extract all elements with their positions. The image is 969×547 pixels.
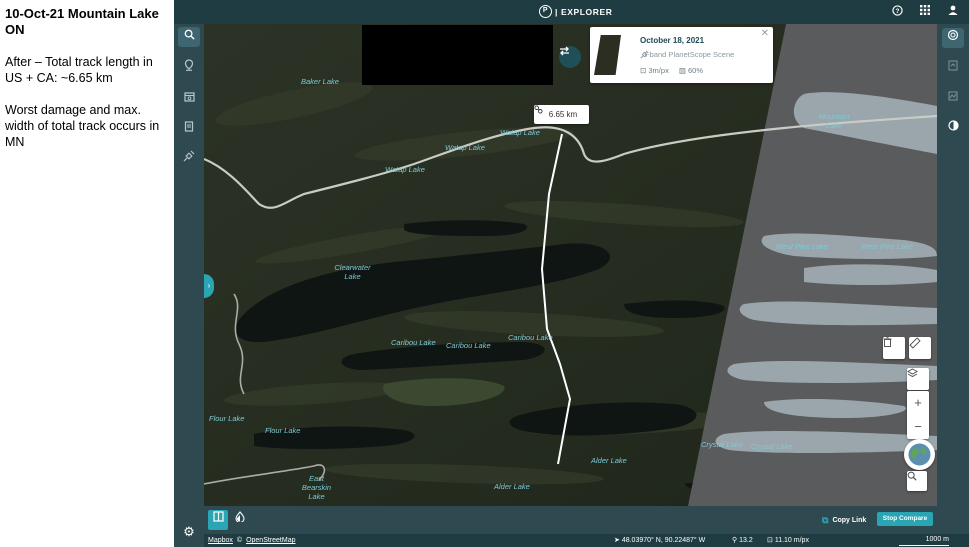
document-icon[interactable] [178,119,200,139]
export-icon[interactable] [942,58,964,78]
lake-label: Watap Lake [445,143,485,152]
scene-thumbnail [594,35,621,75]
copyright-icon: © [236,537,243,544]
osm-link[interactable]: OpenStreetMap [246,534,295,547]
map-attribution: Mapbox © OpenStreetMap [208,534,296,547]
map-resolution: ⊡ 11.10 m/px [767,537,809,544]
lake-label: Watap Lake [500,128,540,137]
layers-icon[interactable] [907,368,929,390]
scene-compare-icon[interactable] [942,28,964,48]
scene-type: 3-band PlanetScope Scene [640,50,734,59]
top-icons: ? [891,5,959,18]
zoom-to-icon[interactable] [907,471,927,491]
zoom-controls: + − [907,391,929,439]
lake-label: Crystal Lake [751,442,793,451]
copy-icon: ⧉ [822,515,829,525]
lake-label: Caribou Lake [391,338,436,347]
lake-label: Crystal Lake [701,440,743,449]
lake-label: Caribou Lake [446,341,491,350]
notes-title: 10-Oct-21 Mountain Lake ON [5,6,159,37]
copy-link-button[interactable]: ⧉ Copy Link [822,515,866,526]
lake-label: Alder Lake [591,456,627,465]
cursor-coordinates: ➤ 48.03970° N, 90.22487° W [614,537,706,544]
satellite-icon[interactable] [178,149,200,169]
search-icon[interactable] [178,27,200,47]
lake-label: East Bearskin Lake [301,474,332,501]
lake-label: Flour Lake [265,426,301,435]
brand-title: | EXPLORER [555,6,613,17]
left-rail [174,24,204,514]
notes-track-length: After – Total track length in US + CA: ~… [5,55,153,85]
resolution-icon: ⊡ [767,537,773,544]
calendar-icon[interactable] [178,89,200,109]
swap-compare-button[interactable] [559,46,581,68]
measure-distance: 6.65 km [548,110,578,119]
brand: P | EXPLORER [539,5,613,18]
close-icon[interactable]: ✕ [761,28,769,39]
scene-cloud-cover: ▨ 60% [678,66,704,75]
notes-damage: Worst damage and max. width of total tra… [5,103,160,149]
gear-icon[interactable]: ⚙ [178,522,200,542]
location-pin-icon[interactable] [178,58,200,78]
stop-compare-button[interactable]: Stop Compare [877,512,933,526]
svg-text:?: ? [895,8,899,15]
scene-resolution: ⊡ 3m/px [640,66,669,75]
scale-bar: 1000 m [899,534,949,546]
lake-label: Caribou Lake [508,333,553,342]
scene-meta: ⊡ 3m/px ▨ 60% [640,66,703,75]
globe-icon[interactable] [904,439,935,470]
lake-label: Mountain Lake [818,112,850,130]
scene-date: October 18, 2021 [640,36,705,45]
swap-icon [560,46,569,56]
help-icon[interactable]: ? [891,5,903,18]
lake-label: Watap Lake [385,165,425,174]
top-bar: P | EXPLORER ? [174,0,969,24]
lake-label: West Pike Lake [861,242,913,251]
map-canvas[interactable]: Baker Lake Watap Lake Watap Lake Watap L… [204,24,937,506]
measurement-tooltip: 6.65 km [534,105,589,124]
contrast-icon[interactable] [942,118,964,138]
magnifier-icon: ⚲ [732,537,738,544]
scene-type-label: 3-band PlanetScope Scene [643,50,735,59]
lake-label: Baker Lake [301,77,339,86]
split-view-icon[interactable] [208,510,228,530]
lake-label: Alder Lake [494,482,530,491]
trash-icon[interactable] [883,337,905,359]
planet-logo-icon: P [539,5,552,18]
cloud-cover-icon: ▨ [678,66,686,75]
view-toggle [208,510,250,530]
notes-panel: 10-Oct-21 Mountain Lake ON After – Total… [0,0,174,547]
apps-grid-icon[interactable] [919,5,931,18]
swipe-view-icon[interactable] [230,510,250,530]
lake-label: Flour Lake [209,414,245,423]
cursor-arrow-icon: ➤ [614,537,620,544]
bottom-toolbar: ⧉ Copy Link Stop Compare [204,506,937,534]
explorer-app: P | EXPLORER ? Baker Lake Watap Lake Wat… [174,0,969,547]
zoom-level: ⚲ 13.2 [732,537,753,544]
map-imagery [204,24,937,506]
lake-label: Clearwater Lake [334,263,371,281]
right-rail [937,24,969,514]
zoom-in-button[interactable]: + [907,391,929,415]
user-icon[interactable] [947,5,959,18]
ruler-icon[interactable] [909,337,931,359]
status-bar: Mapbox © OpenStreetMap ➤ 48.03970° N, 90… [204,534,969,547]
analytics-icon[interactable] [942,88,964,108]
mapbox-link[interactable]: Mapbox [208,534,233,547]
zoom-out-button[interactable]: − [907,415,929,439]
redacted-area [362,25,553,85]
lake-label: West Pike Lake [776,242,828,251]
resolution-icon: ⊡ [640,66,647,75]
scene-info-card[interactable]: October 18, 2021 3-band PlanetScope Scen… [590,27,773,83]
